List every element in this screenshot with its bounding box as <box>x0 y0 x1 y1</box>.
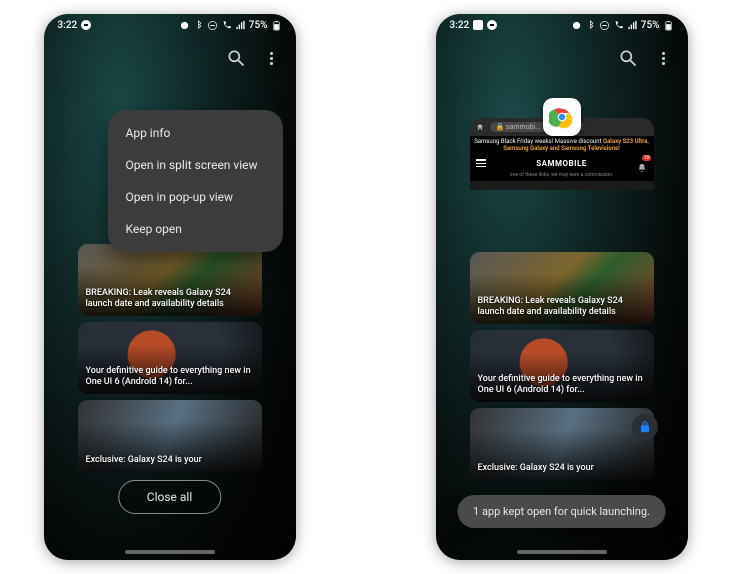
status-notif-icon <box>473 20 483 30</box>
article-tile[interactable]: Your definitive guide to everything new … <box>470 330 654 402</box>
keep-open-lock-icon[interactable] <box>632 414 658 440</box>
dnd-icon <box>207 20 218 31</box>
home-icon[interactable] <box>476 123 484 131</box>
article-headline: BREAKING: Leak reveals Galaxy S24 launch… <box>478 296 646 319</box>
search-icon[interactable] <box>226 48 246 68</box>
status-time: 3:22 <box>450 20 470 31</box>
article-headline: BREAKING: Leak reveals Galaxy S24 launch… <box>86 288 254 311</box>
more-icon[interactable] <box>654 52 674 65</box>
article-tile[interactable]: Exclusive: Galaxy S24 is your <box>78 400 262 472</box>
search-icon[interactable] <box>618 48 638 68</box>
article-headline: Exclusive: Galaxy S24 is your <box>478 463 646 474</box>
status-right-icons: 75% <box>179 20 282 31</box>
signal-icon <box>235 20 246 31</box>
gesture-nav-pill[interactable] <box>125 550 215 554</box>
notif-badge: 10 <box>642 155 652 161</box>
bluetooth-icon <box>193 20 204 31</box>
alarm-icon <box>179 20 190 31</box>
toast-message: 1 app kept open for quick launching. <box>457 495 666 528</box>
status-battery-pct: 75% <box>641 20 660 31</box>
article-tile[interactable]: BREAKING: Leak reveals Galaxy S24 launch… <box>470 252 654 324</box>
article-headline: Your definitive guide to everything new … <box>478 374 646 397</box>
site-logo[interactable]: SAMMOBILE <box>536 159 587 168</box>
recents-toolbar <box>44 36 296 80</box>
disclaimer-text: one of these links, we may earn a commis… <box>470 172 654 181</box>
wifi-call-icon <box>221 20 232 31</box>
alarm-icon <box>571 20 582 31</box>
status-battery-pct: 75% <box>249 20 268 31</box>
browser-url[interactable]: 🔒 sammobi... <box>490 122 547 132</box>
menu-keep-open[interactable]: Keep open <box>126 222 265 236</box>
wifi-call-icon <box>613 20 624 31</box>
bell-icon[interactable]: 10 <box>637 158 647 168</box>
status-right-icons: 75% <box>571 20 674 31</box>
chrome-app-icon[interactable] <box>543 98 581 136</box>
menu-popup-view[interactable]: Open in pop-up view <box>126 190 265 204</box>
status-bar: 3:22 75% <box>436 14 688 36</box>
recents-toolbar <box>436 36 688 80</box>
site-nav: SAMMOBILE 10 <box>470 154 654 172</box>
article-headline: Your definitive guide to everything new … <box>86 366 254 389</box>
article-tile[interactable]: Exclusive: Galaxy S24 is your <box>470 408 654 480</box>
phone-screenshot-left: 3:22 75% BREAKING: Leak reveals Galaxy S… <box>44 14 296 560</box>
menu-app-info[interactable]: App info <box>126 126 265 140</box>
article-tile[interactable]: Your definitive guide to everything new … <box>78 322 262 394</box>
article-tile[interactable]: BREAKING: Leak reveals Galaxy S24 launch… <box>78 244 262 316</box>
more-icon[interactable] <box>262 52 282 65</box>
battery-icon <box>271 20 282 31</box>
battery-icon <box>663 20 674 31</box>
bluetooth-icon <box>585 20 596 31</box>
status-notif-icon <box>487 20 497 30</box>
menu-split-screen[interactable]: Open in split screen view <box>126 158 265 172</box>
phone-screenshot-right: 3:22 75% 🔒 samm <box>436 14 688 560</box>
hamburger-icon[interactable] <box>476 159 486 167</box>
dnd-icon <box>599 20 610 31</box>
status-time: 3:22 <box>58 20 78 31</box>
gesture-nav-pill[interactable] <box>517 550 607 554</box>
app-context-menu: App info Open in split screen view Open … <box>108 110 283 252</box>
close-all-button[interactable]: Close all <box>118 480 221 514</box>
signal-icon <box>627 20 638 31</box>
article-headline: Exclusive: Galaxy S24 is your <box>86 455 254 466</box>
status-notif-icon <box>81 20 91 30</box>
promo-banner[interactable]: Samsung Black Friday weeks! Massive disc… <box>470 136 654 154</box>
status-bar: 3:22 75% <box>44 14 296 36</box>
